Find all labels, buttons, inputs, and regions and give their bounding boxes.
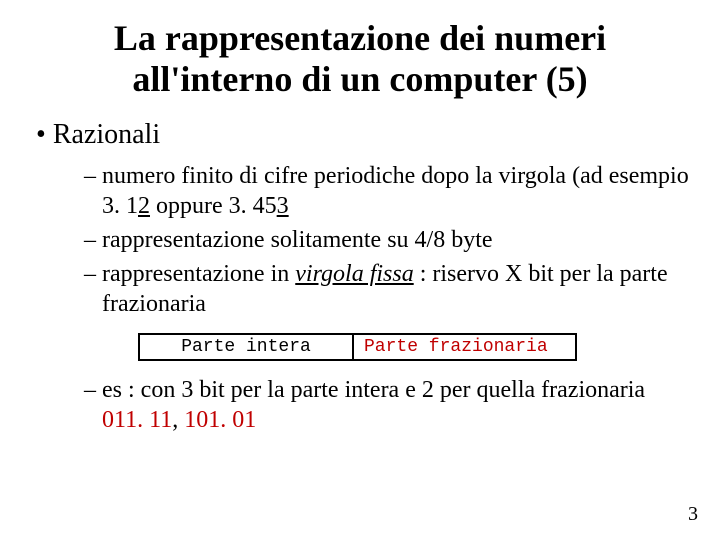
sub-item-fixed-point: rappresentazione in virgola fissa : rise…	[84, 259, 690, 319]
fixed-point-diagram: Parte intera Parte frazionaria	[138, 333, 690, 361]
term-virgola-fissa: virgola fissa	[295, 261, 413, 287]
periodic-digit-2: 3	[277, 193, 289, 219]
bullet-razionali: Razionali	[36, 119, 690, 151]
page-number: 3	[688, 503, 698, 526]
slide: La rappresentazione dei numeri all'inter…	[0, 0, 720, 540]
sub-item-example: es : con 3 bit per la parte intera e 2 p…	[84, 375, 690, 435]
periodic-digit-1: 2	[138, 193, 150, 219]
example-value-1: 011. 11	[102, 407, 172, 433]
text: ,	[172, 407, 184, 433]
sub-list-2: es : con 3 bit per la parte intera e 2 p…	[84, 375, 690, 435]
text: es : con 3 bit per la parte intera e 2 p…	[102, 377, 645, 403]
sub-item-bytes: rappresentazione solitamente su 4/8 byte	[84, 225, 690, 255]
box-integer-part: Parte intera	[138, 333, 354, 361]
text: oppure 3. 45	[150, 193, 277, 219]
slide-title: La rappresentazione dei numeri all'inter…	[60, 18, 660, 101]
example-value-2: 101. 01	[184, 407, 256, 433]
text: rappresentazione in	[102, 261, 295, 287]
sub-list: numero finito di cifre periodiche dopo l…	[84, 161, 690, 319]
sub-item-periodic: numero finito di cifre periodiche dopo l…	[84, 161, 690, 221]
box-fractional-part: Parte frazionaria	[352, 333, 577, 361]
